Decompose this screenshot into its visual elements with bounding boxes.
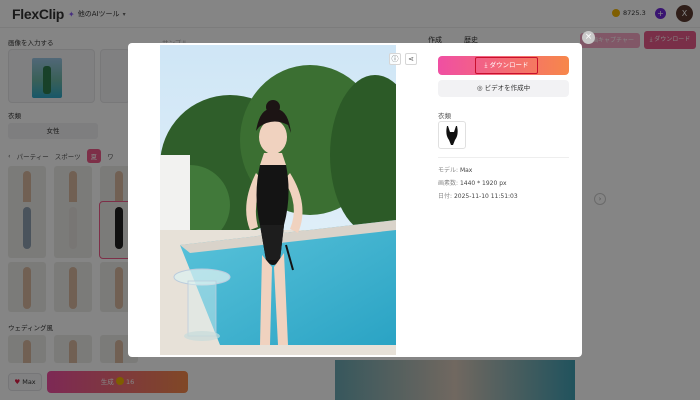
date-info: 日付: 2025-11-10 11:51:03 <box>438 191 518 200</box>
size-value: 1440 * 1920 px <box>459 180 507 187</box>
model-value: Max <box>459 167 473 174</box>
close-icon[interactable]: × <box>582 31 595 44</box>
share-icon[interactable]: ⋖ <box>405 53 417 65</box>
swimsuit-icon <box>446 126 458 145</box>
date-key: 日付: <box>438 193 453 200</box>
model-key: モデル: <box>438 167 459 174</box>
date-value: 2025-11-10 11:51:03 <box>453 193 518 200</box>
info-icon[interactable]: ⓘ <box>389 53 401 65</box>
generated-photo <box>160 45 396 355</box>
download-label: ダウンロード <box>489 61 529 69</box>
photo-illustration <box>160 45 396 355</box>
size-info: 画素数: 1440 * 1920 px <box>438 178 507 187</box>
download-icon: ⤓ <box>484 61 488 69</box>
video-icon: ◎ <box>476 84 483 92</box>
create-video-button[interactable]: ◎ ビデオを作成中 <box>438 80 569 97</box>
clothes-label: 衣類 <box>438 112 451 120</box>
image-preview-modal: ⓘ ⋖ ⤓ ダウンロード ◎ ビデオを作成中 衣類 モデル: Max 画素数: … <box>128 43 582 357</box>
size-key: 画素数: <box>438 180 459 187</box>
download-button-highlight[interactable]: ⤓ ダウンロード <box>475 57 538 74</box>
model-info: モデル: Max <box>438 165 472 174</box>
create-video-label: ビデオを作成中 <box>484 84 531 92</box>
divider <box>438 157 569 158</box>
clothes-thumbnail[interactable] <box>438 121 466 149</box>
download-button[interactable]: ⤓ ダウンロード <box>438 56 569 75</box>
